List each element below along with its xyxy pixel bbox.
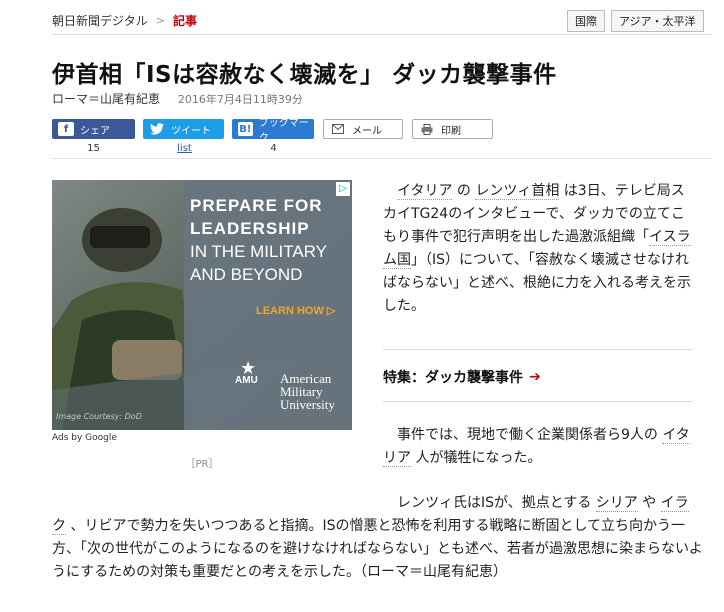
mail-label: メール: [352, 125, 382, 137]
print-button[interactable]: 印刷: [412, 119, 493, 139]
breadcrumb-site-link[interactable]: 朝日新聞デジタル: [52, 12, 148, 29]
article-paragraph-1: イタリア の レンツィ首相 は3日、テレビ局スカイTG24のインタビューで、ダッ…: [383, 180, 695, 318]
facebook-share-label: シェア: [80, 125, 110, 137]
special-feature-label: 特集：ダッカ襲撃事件: [383, 370, 523, 386]
ad-headline-line-2: LEADERSHIP: [190, 219, 310, 238]
ad-brand-line-3: University: [280, 397, 335, 412]
keyword-link-syria[interactable]: シリア: [595, 495, 638, 512]
keyword-link-iraq-cont[interactable]: ク: [52, 518, 66, 535]
text: の: [452, 183, 476, 199]
ad-headline-line-1: PREPARE FOR: [190, 196, 323, 215]
twitter-tweet-label: ツイート: [171, 125, 211, 137]
divider: [52, 158, 712, 159]
mail-button[interactable]: メール: [323, 119, 403, 139]
text: 事件では、現地で働く企業関係者ら9人の: [397, 427, 663, 443]
publish-date: 2016年7月4日11時39分: [177, 93, 303, 106]
printer-icon: [419, 122, 435, 136]
keyword-link-iraq[interactable]: イラ: [660, 495, 689, 512]
ad-headline-line-4: AND BEYOND: [190, 265, 303, 284]
ads-by-google-label[interactable]: Ads by Google: [52, 433, 117, 443]
advertisement-banner[interactable]: PREPARE FOR LEADERSHIP IN THE MILITARY A…: [52, 180, 352, 430]
ad-learn-how-link[interactable]: LEARN HOW ▷: [256, 304, 335, 317]
ad-brand-name: American Military University: [280, 372, 335, 411]
hatena-bookmark-count: 4: [270, 143, 277, 154]
twitter-bird-icon: [149, 122, 165, 136]
ad-headline-line-3: IN THE MILITARY: [190, 242, 327, 261]
author: ローマ＝山尾有紀恵: [52, 92, 161, 106]
text: 」（IS）について、「容赦なく壊滅させなければならない」と述べ、根絶に力を入れる…: [383, 252, 691, 314]
print-label: 印刷: [441, 125, 461, 137]
twitter-list-link[interactable]: list: [143, 143, 226, 154]
text: 人が犠牲になった。: [411, 450, 542, 466]
facebook-share-button[interactable]: f シェア: [52, 119, 135, 139]
article-paragraph-2: 事件では、現地で働く企業関係者ら9人の イタリア 人が犠牲になった。: [383, 424, 695, 470]
ad-image-credit: Image Courtesy: DoD: [56, 412, 142, 421]
text: レンツィ氏はISが、拠点とする: [397, 495, 596, 511]
breadcrumb-separator: >: [155, 14, 165, 27]
adchoices-icon[interactable]: ▷: [336, 182, 350, 196]
special-feature-link[interactable]: 特集：ダッカ襲撃事件 ➔: [383, 367, 541, 387]
keyword-link-italy[interactable]: イタリア: [397, 183, 453, 200]
tag-international[interactable]: 国際: [567, 10, 605, 32]
breadcrumb: 朝日新聞デジタル > 記事: [52, 12, 197, 29]
hatena-bookmark-button[interactable]: B! ブックマーク: [232, 118, 314, 144]
keyword-link-renzi[interactable]: レンツィ首相: [475, 183, 560, 200]
article-headline: 伊首相「ISは容赦なく壊滅を」 ダッカ襲撃事件: [52, 62, 557, 88]
facebook-share-count: 15: [87, 143, 100, 154]
mail-icon: [330, 122, 346, 136]
divider: [383, 349, 693, 350]
article-paragraph-3-start: レンツィ氏はISが、拠点とする シリア や イラ: [383, 492, 703, 515]
byline: ローマ＝山尾有紀恵 2016年7月4日11時39分: [52, 90, 303, 107]
article-paragraph-3: ク 、リビアで勢力を失いつつあると指摘。ISの憎悪と恐怖を利用する戦略に断固とし…: [52, 515, 712, 584]
hatena-bookmark-icon: B!: [238, 122, 253, 136]
breadcrumb-current: 記事: [172, 14, 197, 28]
divider: [52, 34, 712, 35]
hatena-bookmark-label: ブックマーク: [258, 118, 309, 144]
text: や: [637, 495, 661, 511]
ad-brand-logo: AMU: [235, 375, 258, 386]
divider: [383, 401, 693, 402]
category-tags: 国際 アジア・太平洋: [567, 10, 704, 32]
facebook-icon: f: [58, 122, 74, 136]
pr-label: ［PR］: [185, 459, 219, 470]
twitter-tweet-button[interactable]: ツイート: [143, 119, 224, 139]
tag-asia-pacific[interactable]: アジア・太平洋: [611, 10, 704, 32]
ad-headline: PREPARE FOR LEADERSHIP IN THE MILITARY A…: [190, 194, 350, 286]
arrow-right-icon: ➔: [529, 369, 541, 385]
text: 、リビアで勢力を失いつつあると指摘。ISの憎悪と恐怖を利用する戦略に断固として立…: [52, 518, 703, 580]
